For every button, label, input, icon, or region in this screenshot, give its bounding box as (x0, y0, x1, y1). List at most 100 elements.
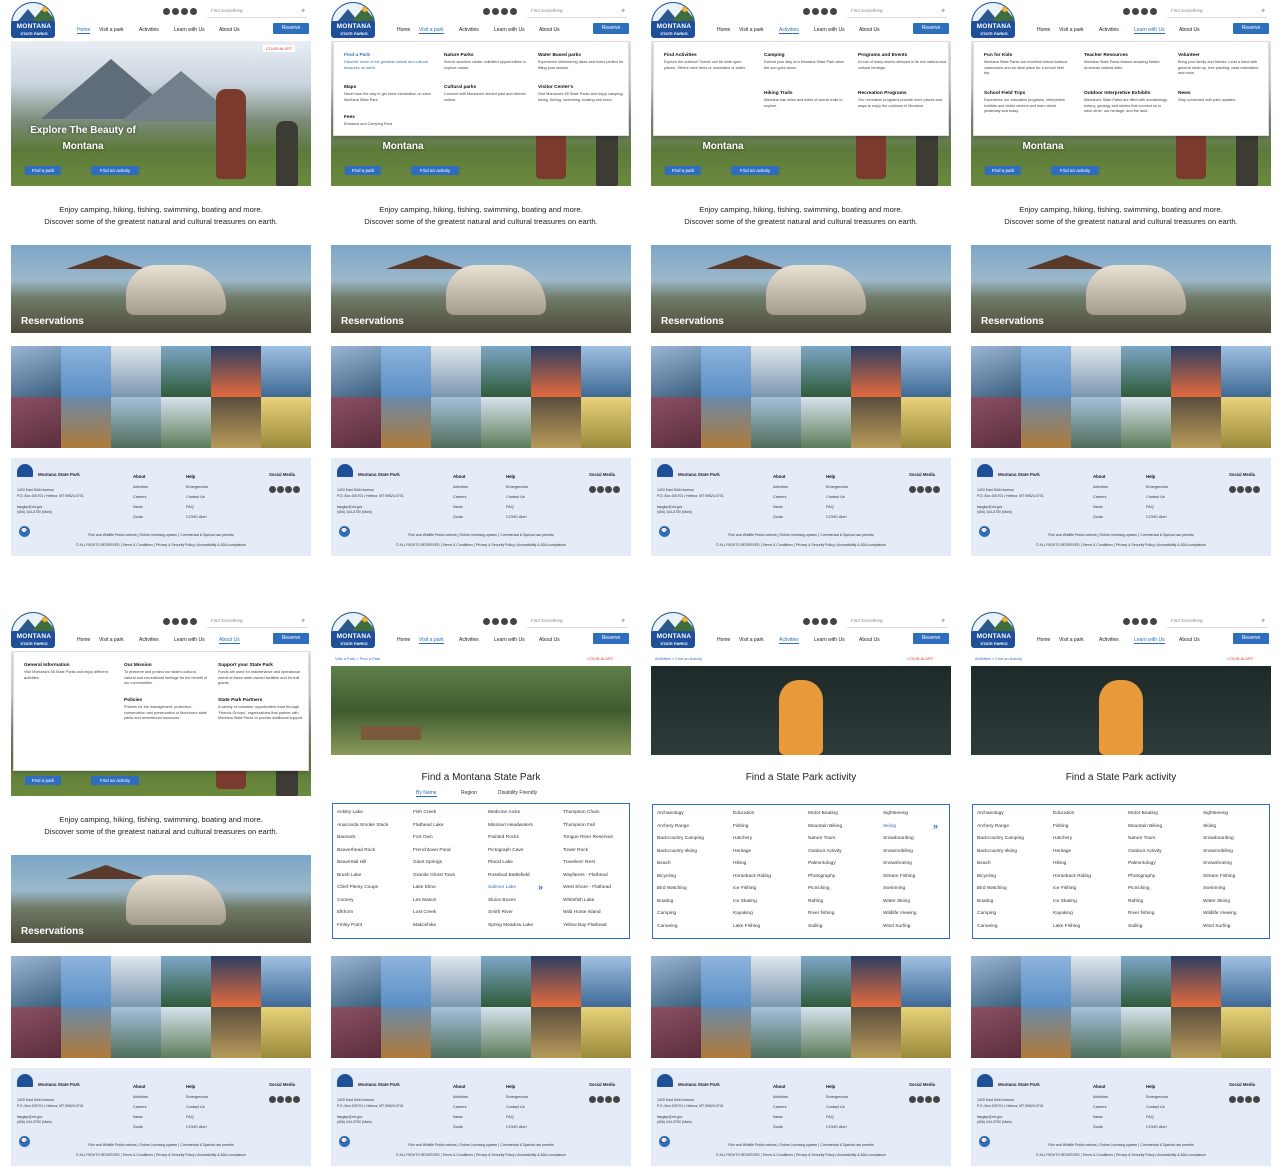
photo-tile[interactable] (971, 397, 1021, 448)
list-item[interactable]: Bicycling (977, 874, 996, 879)
list-item[interactable]: Backcountry Camping (977, 836, 1024, 841)
footer-link[interactable]: Careers (773, 492, 788, 502)
list-item[interactable]: Sluice Boxes (488, 898, 516, 903)
list-item[interactable]: Bird Watching (977, 886, 1007, 891)
twitter-icon[interactable] (492, 618, 499, 625)
search-icon[interactable]: ⌕ (622, 616, 625, 626)
list-item[interactable]: Wild Horse Island (563, 910, 601, 915)
list-item[interactable]: Hatchery (733, 836, 752, 841)
list-item[interactable]: Sailing (808, 924, 822, 929)
list-item[interactable]: Nature Tours (808, 836, 835, 841)
find-park-button[interactable]: Find a park (345, 166, 381, 175)
list-item[interactable]: Motor Boating (1128, 811, 1158, 816)
list-item[interactable]: Painted Rocks (488, 835, 519, 840)
list-item[interactable]: Flathead Lake (413, 823, 443, 828)
footer-link[interactable]: Emergencies (186, 482, 208, 492)
footer-link[interactable]: Careers (133, 492, 148, 502)
breadcrumb[interactable]: Activities > Find an Activity (655, 656, 702, 661)
footer-link[interactable]: Emergencies (186, 1092, 208, 1102)
list-item[interactable]: Kayaking (733, 911, 753, 916)
list-item[interactable]: Water Skiing (1203, 899, 1230, 904)
list-item[interactable]: Bird Watching (657, 886, 687, 891)
reservations-banner[interactable]: Reservations (11, 855, 311, 943)
photo-tile[interactable] (331, 346, 381, 397)
search-icon[interactable]: ⌕ (622, 6, 625, 16)
list-item[interactable]: Makoshika (413, 923, 436, 928)
menu-item[interactable]: Visitor Center's Visit Montana's 55 State… (538, 84, 626, 103)
list-item[interactable]: Archaeology (657, 811, 684, 816)
nav-item-activities[interactable]: Activities (139, 637, 159, 643)
footer-link[interactable]: Contact Us (186, 1102, 208, 1112)
list-item[interactable]: Lake Fishing (1053, 924, 1080, 929)
logo[interactable]: MONTANA STATE PARKS (331, 2, 375, 38)
footer-link[interactable]: Guide (1093, 1122, 1108, 1132)
footer-link[interactable]: Activities (453, 482, 468, 492)
facebook-icon[interactable] (163, 8, 170, 15)
twitter-icon[interactable] (812, 618, 819, 625)
list-item[interactable]: Fish Creek (413, 810, 436, 815)
tab-by-name[interactable]: By Name (416, 790, 437, 797)
tab-disability-friendly[interactable]: Disability Friendly (498, 790, 537, 796)
list-item[interactable]: Camping (657, 911, 676, 916)
list-item[interactable]: Kayaking (1053, 911, 1073, 916)
footer-link[interactable]: Contact Us (506, 1102, 528, 1112)
youtube-icon[interactable] (821, 618, 828, 625)
facebook-icon[interactable] (589, 486, 596, 493)
list-item[interactable]: Archery Range (977, 824, 1009, 829)
photo-tile[interactable] (161, 1007, 211, 1058)
list-item[interactable]: Placid Lake (488, 860, 513, 865)
nav-item-home[interactable]: Home (397, 637, 410, 643)
nav-item-visit-a-park[interactable]: Visit a park (739, 637, 764, 643)
list-item[interactable]: Wildlife Viewing (1203, 911, 1237, 916)
photo-tile[interactable] (581, 1007, 631, 1058)
nav-item-activities[interactable]: Activities (1099, 637, 1119, 643)
photo-tile[interactable] (1171, 397, 1221, 448)
list-item[interactable]: Tongue River Reservoir (563, 835, 613, 840)
footer-link[interactable]: Guide (773, 512, 788, 522)
list-item[interactable]: Mountain Biking (808, 824, 842, 829)
footer-link[interactable]: Contact Us (1146, 492, 1168, 502)
twitter-icon[interactable] (597, 486, 604, 493)
instagram-icon[interactable] (510, 618, 517, 625)
footer-link[interactable]: News (773, 502, 788, 512)
instagram-icon[interactable] (933, 486, 940, 493)
list-item[interactable]: Stream Fishing (883, 874, 915, 879)
nav-item-activities[interactable]: Activities (459, 637, 479, 643)
footer-link[interactable]: News (133, 502, 148, 512)
twitter-icon[interactable] (1132, 618, 1139, 625)
search-icon[interactable]: ⌕ (302, 616, 305, 626)
facebook-icon[interactable] (803, 618, 810, 625)
covid-alert-link[interactable]: COVID ALERT (263, 45, 296, 52)
photo-tile[interactable] (261, 956, 311, 1007)
photo-tile[interactable] (381, 956, 431, 1007)
footer-link[interactable]: Emergencies (1146, 482, 1168, 492)
list-item[interactable]: West Shore - Flathead (563, 885, 611, 890)
reservations-banner[interactable]: Reservations (11, 245, 311, 333)
list-item[interactable]: Wind Surfing (883, 924, 910, 929)
footer-link[interactable]: Activities (773, 1092, 788, 1102)
nav-item-learn-with-us[interactable]: Learn with Us (174, 637, 205, 643)
photo-tile[interactable] (431, 397, 481, 448)
nav-item-home[interactable]: Home (1037, 27, 1050, 33)
list-item[interactable]: Boating (977, 899, 993, 904)
photo-tile[interactable] (211, 1007, 261, 1058)
footer-links[interactable]: Fish and Wildlife Public notices | Onlin… (971, 1143, 1271, 1147)
facebook-icon[interactable] (1123, 8, 1130, 15)
menu-item[interactable]: State Park Partners A variety of voluntee… (218, 697, 306, 722)
footer-links[interactable]: Fish and Wildlife Public notices | Onlin… (331, 533, 631, 537)
nav-item-visit-a-park[interactable]: Visit a park (1059, 637, 1084, 643)
footer-link[interactable]: News (1093, 1112, 1108, 1122)
find-park-button[interactable]: Find a park (985, 166, 1021, 175)
reserve-button[interactable]: Reserve (593, 23, 629, 34)
footer-link[interactable]: Contact Us (1146, 1102, 1168, 1112)
instagram-icon[interactable] (613, 486, 620, 493)
list-item[interactable]: Horseback Riding (1053, 874, 1091, 879)
list-item[interactable]: Mountain Biking (1128, 824, 1162, 829)
list-item[interactable]: Sightseeing (883, 811, 908, 816)
youtube-icon[interactable] (181, 8, 188, 15)
nav-item-visit-a-park[interactable]: Visit a park (739, 27, 764, 33)
list-item[interactable]: Cooney (337, 898, 354, 903)
footer-link[interactable]: Contact Us (186, 492, 208, 502)
list-item[interactable]: Sailing (1128, 924, 1142, 929)
list-item[interactable]: Hatchery (1053, 836, 1072, 841)
